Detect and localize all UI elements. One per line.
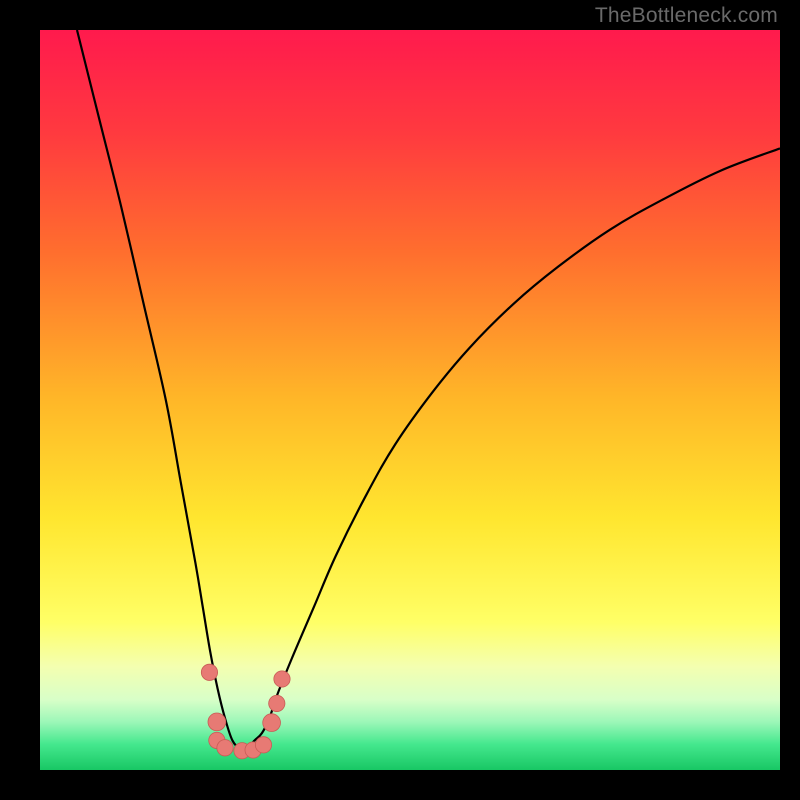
bottleneck-curve [40, 30, 780, 770]
curve-marker [269, 695, 285, 711]
curve-marker [263, 714, 281, 732]
curve-marker [201, 664, 217, 680]
watermark-text: TheBottleneck.com [595, 4, 778, 28]
curve-marker [255, 737, 271, 753]
chart-frame: TheBottleneck.com [0, 0, 800, 800]
plot-area [40, 30, 780, 770]
curve-marker [217, 740, 233, 756]
curve-path [77, 30, 780, 749]
curve-markers [201, 664, 290, 759]
curve-marker [274, 671, 290, 687]
curve-marker [208, 713, 226, 731]
